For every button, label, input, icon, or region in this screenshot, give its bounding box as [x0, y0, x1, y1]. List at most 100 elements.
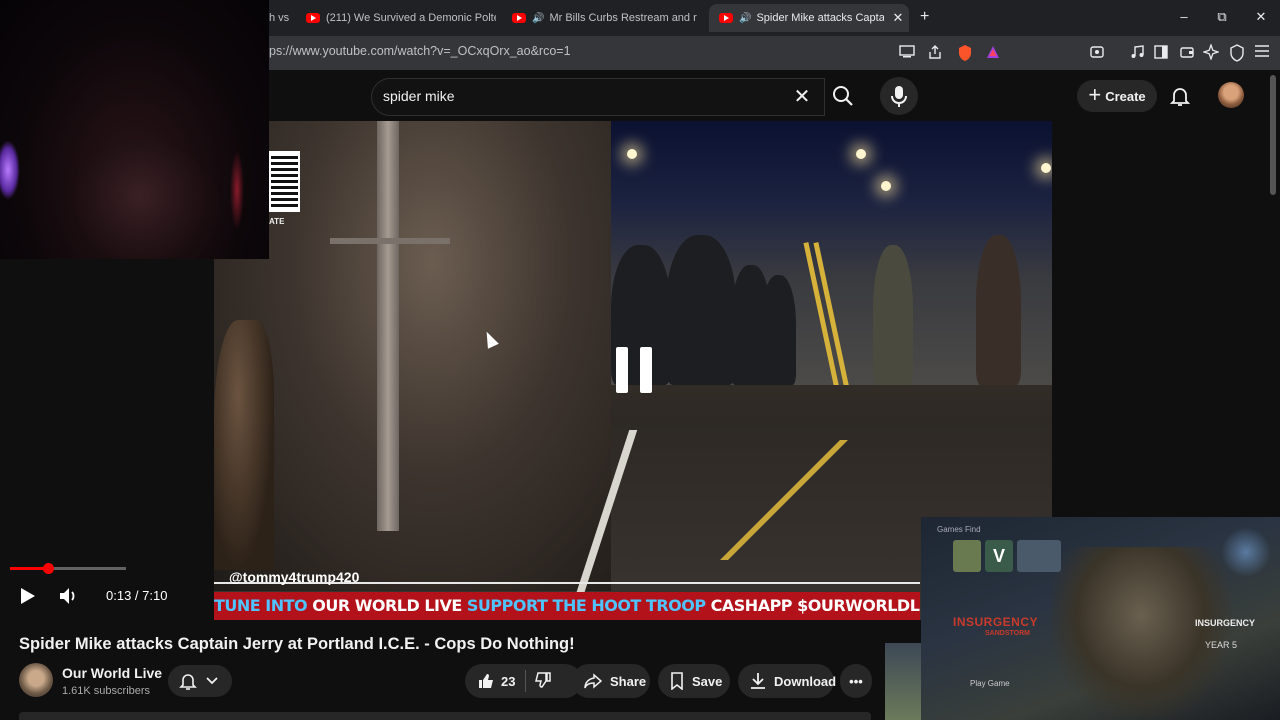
clear-search-icon[interactable]: ✕ [792, 84, 812, 109]
description-box[interactable] [19, 712, 871, 720]
streamer-webcam-overlay [0, 0, 269, 259]
search-button[interactable] [822, 78, 864, 114]
banner-segment: OUR WORLD LIVE [312, 596, 467, 615]
game-title: INSURGENCY [953, 615, 1039, 629]
channel-avatar[interactable] [19, 663, 53, 697]
pause-indicator-icon[interactable] [616, 347, 652, 393]
menu-icon[interactable] [1253, 44, 1271, 62]
game-soldier-art [1051, 547, 1231, 717]
download-button[interactable]: Download [738, 664, 837, 698]
crowd-figure [761, 275, 796, 385]
bell-icon [179, 674, 197, 690]
dislike-button[interactable] [534, 671, 552, 694]
brave-shield-icon[interactable] [956, 44, 974, 62]
cast-icon[interactable] [898, 44, 916, 62]
qr-code [269, 151, 300, 212]
tab-polterg[interactable]: (211) We Survived a Demonic Polterg [306, 4, 496, 32]
video-scene-person [214, 320, 274, 570]
game-badge-sub: YEAR 5 [1205, 640, 1238, 650]
like-button[interactable]: 23 [477, 672, 515, 690]
share-page-icon[interactable] [926, 44, 944, 62]
minimize-icon[interactable]: – [1170, 6, 1198, 28]
notifications-bell-icon[interactable] [1168, 84, 1192, 108]
streetlight [881, 181, 891, 191]
like-dislike-group: 23 [465, 664, 582, 698]
scrolling-banner: TUNE INTO OUR WORLD LIVE SUPPORT THE HOO… [214, 592, 920, 620]
voice-search-button[interactable] [880, 77, 918, 115]
thumbs-up-icon [479, 674, 493, 688]
banner-segment: TUNE INTO [214, 596, 313, 615]
chevron-down-icon [206, 677, 218, 685]
leo-ai-icon[interactable] [1202, 43, 1220, 62]
wallet-icon[interactable] [1178, 44, 1196, 62]
video-scene-crossbar [330, 238, 450, 244]
create-label: Create [1105, 88, 1146, 104]
screenshot-icon[interactable] [1088, 44, 1106, 62]
play-button[interactable] [18, 586, 38, 606]
banner-text: TUNE INTO OUR WORLD LIVE SUPPORT THE HOO… [214, 596, 920, 615]
speaker-icon: 🔊 [739, 12, 752, 24]
progress-fill [10, 567, 46, 570]
game-subtitle: SANDSTORM [985, 630, 1030, 637]
save-button[interactable]: Save [658, 664, 730, 698]
share-label: Share [610, 673, 647, 689]
game-tabs[interactable]: Games Find [937, 525, 981, 534]
volume-button[interactable] [58, 586, 80, 606]
plus-icon: + [1088, 82, 1102, 107]
time-display: 0:13 / 7:10 [106, 588, 168, 603]
webcam-face [60, 140, 220, 259]
crowd-figure [873, 245, 913, 385]
save-label: Save [692, 673, 723, 689]
tab-title: h vs [269, 12, 289, 24]
crowd-figure [666, 235, 736, 385]
url-field[interactable]: ps://www.youtube.com/watch?v=_OCxqOrx_ao… [269, 44, 571, 58]
volume-icon [60, 588, 75, 604]
related-video-thumbnail[interactable] [885, 643, 921, 720]
webcam-light [0, 140, 20, 200]
qr-label: ATE [269, 217, 285, 226]
youtube-favicon-icon [512, 13, 526, 23]
video-watermark: @tommy4trump420 [229, 569, 360, 585]
close-icon[interactable]: ✕ [1247, 6, 1275, 28]
search-icon [833, 86, 853, 106]
play-game-button[interactable]: Play Game [970, 679, 1010, 688]
like-separator [525, 670, 526, 692]
brave-rewards-icon[interactable] [984, 44, 1002, 62]
youtube-favicon-icon [306, 13, 320, 23]
bookmark-icon [670, 672, 684, 690]
game-fx [1221, 527, 1271, 577]
tab-title: Spider Mike attacks Captain J [756, 12, 885, 24]
game-tile[interactable] [953, 540, 981, 572]
more-icon: ••• [849, 673, 863, 689]
game-badge-title: INSURGENCY [1195, 618, 1256, 628]
subscription-bell-button[interactable] [168, 665, 232, 697]
tab-spider-mike[interactable]: 🔊 Spider Mike attacks Captain J ✕ [709, 4, 909, 32]
progress-scrubber[interactable] [43, 563, 54, 574]
restore-icon[interactable]: ⧉ [1208, 6, 1236, 28]
video-title: Spider Mike attacks Captain Jerry at Por… [19, 635, 575, 653]
youtube-favicon-icon [719, 13, 733, 23]
share-button[interactable]: Share [572, 664, 650, 698]
game-tile[interactable] [1017, 540, 1061, 572]
game-tile-v[interactable]: V [985, 540, 1013, 572]
new-tab-button[interactable]: + [920, 8, 929, 26]
video-scene-pole [377, 121, 399, 531]
search-input-value: spider mike [383, 88, 455, 104]
download-label: Download [774, 673, 837, 689]
tab-title: (211) We Survived a Demonic Polterg [326, 12, 496, 24]
music-icon[interactable] [1128, 44, 1146, 62]
tab-mr-bills[interactable]: 🔊 Mr Bills Curbs Restream and reac [512, 4, 697, 32]
sidebar-icon[interactable] [1152, 44, 1170, 62]
mic-icon [891, 86, 907, 107]
account-avatar[interactable] [1218, 82, 1244, 108]
tab-close-icon[interactable]: ✕ [892, 10, 903, 26]
channel-name[interactable]: Our World Live [62, 665, 162, 681]
create-button[interactable]: + Create [1077, 80, 1157, 112]
pause-bar [616, 347, 628, 393]
tab-partial[interactable]: h vs [269, 4, 289, 32]
page-scrollbar[interactable] [1270, 75, 1276, 195]
vpn-icon[interactable] [1228, 44, 1246, 62]
more-actions-button[interactable]: ••• [840, 664, 872, 698]
play-icon [21, 588, 35, 604]
thumbs-down-icon [535, 672, 551, 688]
